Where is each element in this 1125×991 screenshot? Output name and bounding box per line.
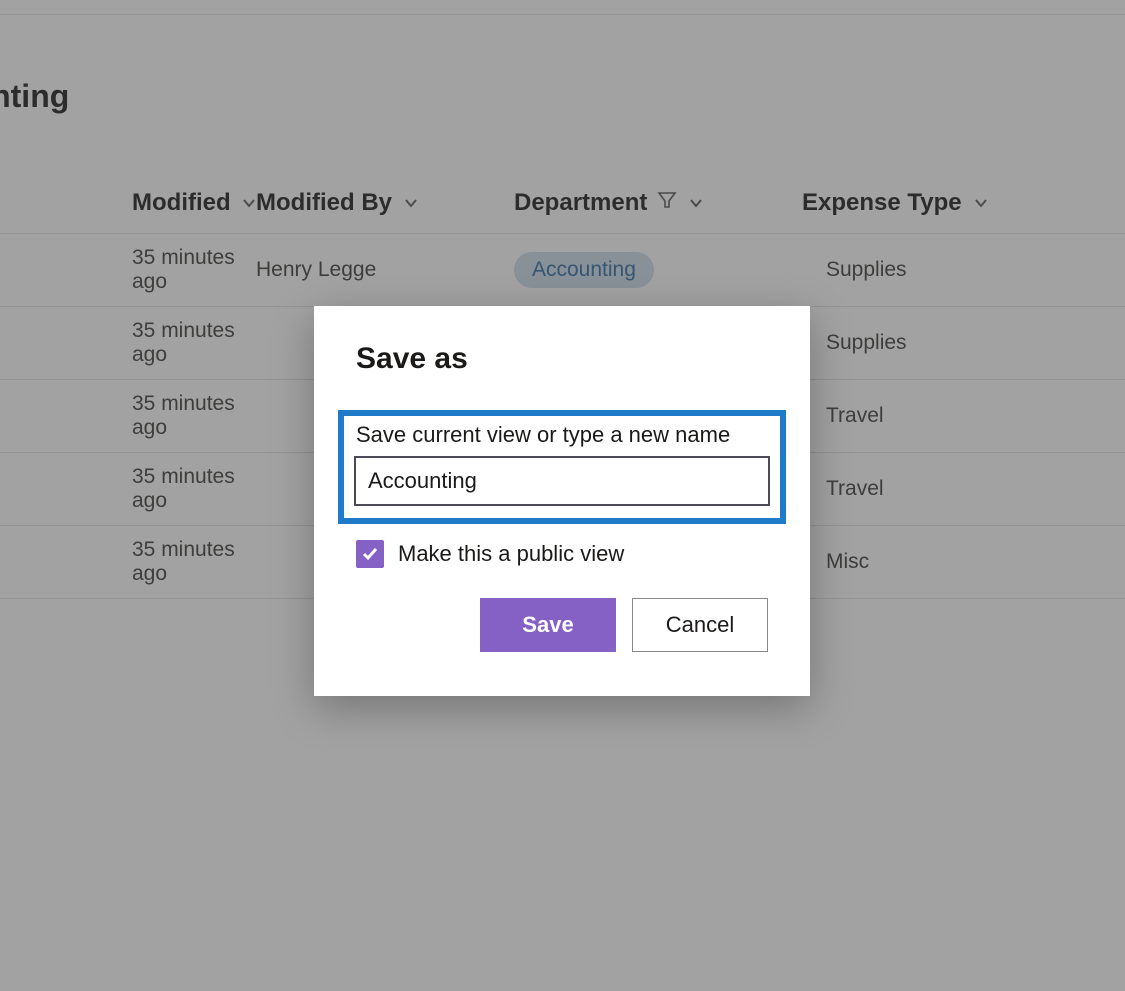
dialog-button-row: Save Cancel [356, 598, 768, 652]
save-as-dialog: Save as Save current view or type a new … [314, 306, 810, 696]
highlighted-region: Save current view or type a new name [338, 410, 786, 524]
public-view-label: Make this a public view [398, 541, 624, 567]
dialog-title: Save as [356, 342, 768, 376]
public-view-checkbox[interactable] [356, 540, 384, 568]
cancel-button[interactable]: Cancel [632, 598, 768, 652]
public-view-row: Make this a public view [356, 540, 768, 568]
view-name-label: Save current view or type a new name [356, 422, 770, 448]
save-button[interactable]: Save [480, 598, 616, 652]
view-name-input[interactable] [354, 456, 770, 506]
